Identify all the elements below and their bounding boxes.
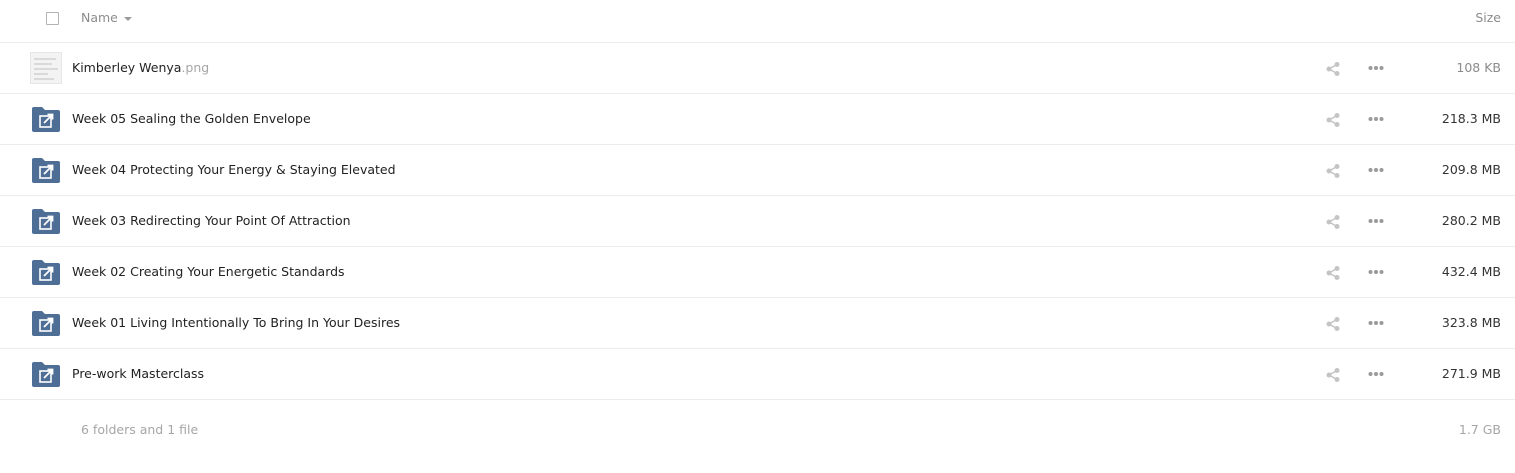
share-icon[interactable] bbox=[1325, 163, 1341, 179]
items-summary: 6 folders and 1 file bbox=[81, 422, 199, 437]
image-thumbnail bbox=[30, 52, 62, 84]
name-column-label: Name bbox=[81, 10, 118, 25]
folder-size: 280.2 MB bbox=[1441, 213, 1501, 228]
more-options-icon[interactable] bbox=[1368, 320, 1384, 326]
folder-row[interactable]: Week 03 Redirecting Your Point Of Attrac… bbox=[0, 196, 1515, 247]
shared-folder-icon bbox=[32, 311, 60, 336]
share-icon[interactable] bbox=[1325, 316, 1341, 332]
shared-folder-icon bbox=[32, 362, 60, 387]
caret-down-icon bbox=[123, 16, 132, 21]
file-basename: Kimberley Wenya bbox=[72, 60, 182, 75]
share-icon[interactable] bbox=[1325, 112, 1341, 128]
more-options-icon[interactable] bbox=[1368, 65, 1384, 71]
sort-by-name-button[interactable]: Name bbox=[81, 10, 132, 25]
folder-size: 271.9 MB bbox=[1441, 366, 1501, 381]
file-row[interactable]: Kimberley Wenya.png 108 KB bbox=[0, 43, 1515, 94]
folder-name[interactable]: Week 04 Protecting Your Energy & Staying… bbox=[72, 162, 396, 177]
total-size: 1.7 GB bbox=[1458, 422, 1501, 437]
folder-row[interactable]: Week 02 Creating Your Energetic Standard… bbox=[0, 247, 1515, 298]
more-options-icon[interactable] bbox=[1368, 116, 1384, 122]
more-options-icon[interactable] bbox=[1368, 218, 1384, 224]
share-icon[interactable] bbox=[1325, 367, 1341, 383]
shared-folder-icon bbox=[32, 158, 60, 183]
folder-row[interactable]: Week 04 Protecting Your Energy & Staying… bbox=[0, 145, 1515, 196]
folder-size: 218.3 MB bbox=[1441, 111, 1501, 126]
folder-name[interactable]: Pre-work Masterclass bbox=[72, 366, 204, 381]
shared-folder-icon bbox=[32, 107, 60, 132]
file-list-footer: 6 folders and 1 file 1.7 GB bbox=[0, 400, 1515, 460]
folder-size: 323.8 MB bbox=[1441, 315, 1501, 330]
folder-name[interactable]: Week 03 Redirecting Your Point Of Attrac… bbox=[72, 213, 351, 228]
file-size: 108 KB bbox=[1456, 60, 1501, 75]
file-list: Name Size Kimberley Wenya.png 108 KB Wee… bbox=[0, 0, 1515, 460]
shared-folder-icon bbox=[32, 260, 60, 285]
folder-row[interactable]: Week 05 Sealing the Golden Envelope 218.… bbox=[0, 94, 1515, 145]
folder-size: 209.8 MB bbox=[1441, 162, 1501, 177]
more-options-icon[interactable] bbox=[1368, 371, 1384, 377]
shared-folder-icon bbox=[32, 209, 60, 234]
folder-name[interactable]: Week 01 Living Intentionally To Bring In… bbox=[72, 315, 400, 330]
folder-size: 432.4 MB bbox=[1441, 264, 1501, 279]
file-name[interactable]: Kimberley Wenya.png bbox=[72, 60, 209, 75]
folder-row[interactable]: Pre-work Masterclass 271.9 MB bbox=[0, 349, 1515, 400]
folder-row[interactable]: Week 01 Living Intentionally To Bring In… bbox=[0, 298, 1515, 349]
more-options-icon[interactable] bbox=[1368, 269, 1384, 275]
size-column-label[interactable]: Size bbox=[1475, 10, 1501, 25]
folder-name[interactable]: Week 02 Creating Your Energetic Standard… bbox=[72, 264, 345, 279]
select-all-checkbox[interactable] bbox=[46, 12, 59, 25]
folder-name[interactable]: Week 05 Sealing the Golden Envelope bbox=[72, 111, 311, 126]
share-icon[interactable] bbox=[1325, 214, 1341, 230]
file-list-header: Name Size bbox=[0, 0, 1515, 43]
share-icon[interactable] bbox=[1325, 265, 1341, 281]
share-icon[interactable] bbox=[1325, 61, 1341, 77]
more-options-icon[interactable] bbox=[1368, 167, 1384, 173]
file-extension: .png bbox=[181, 60, 210, 75]
